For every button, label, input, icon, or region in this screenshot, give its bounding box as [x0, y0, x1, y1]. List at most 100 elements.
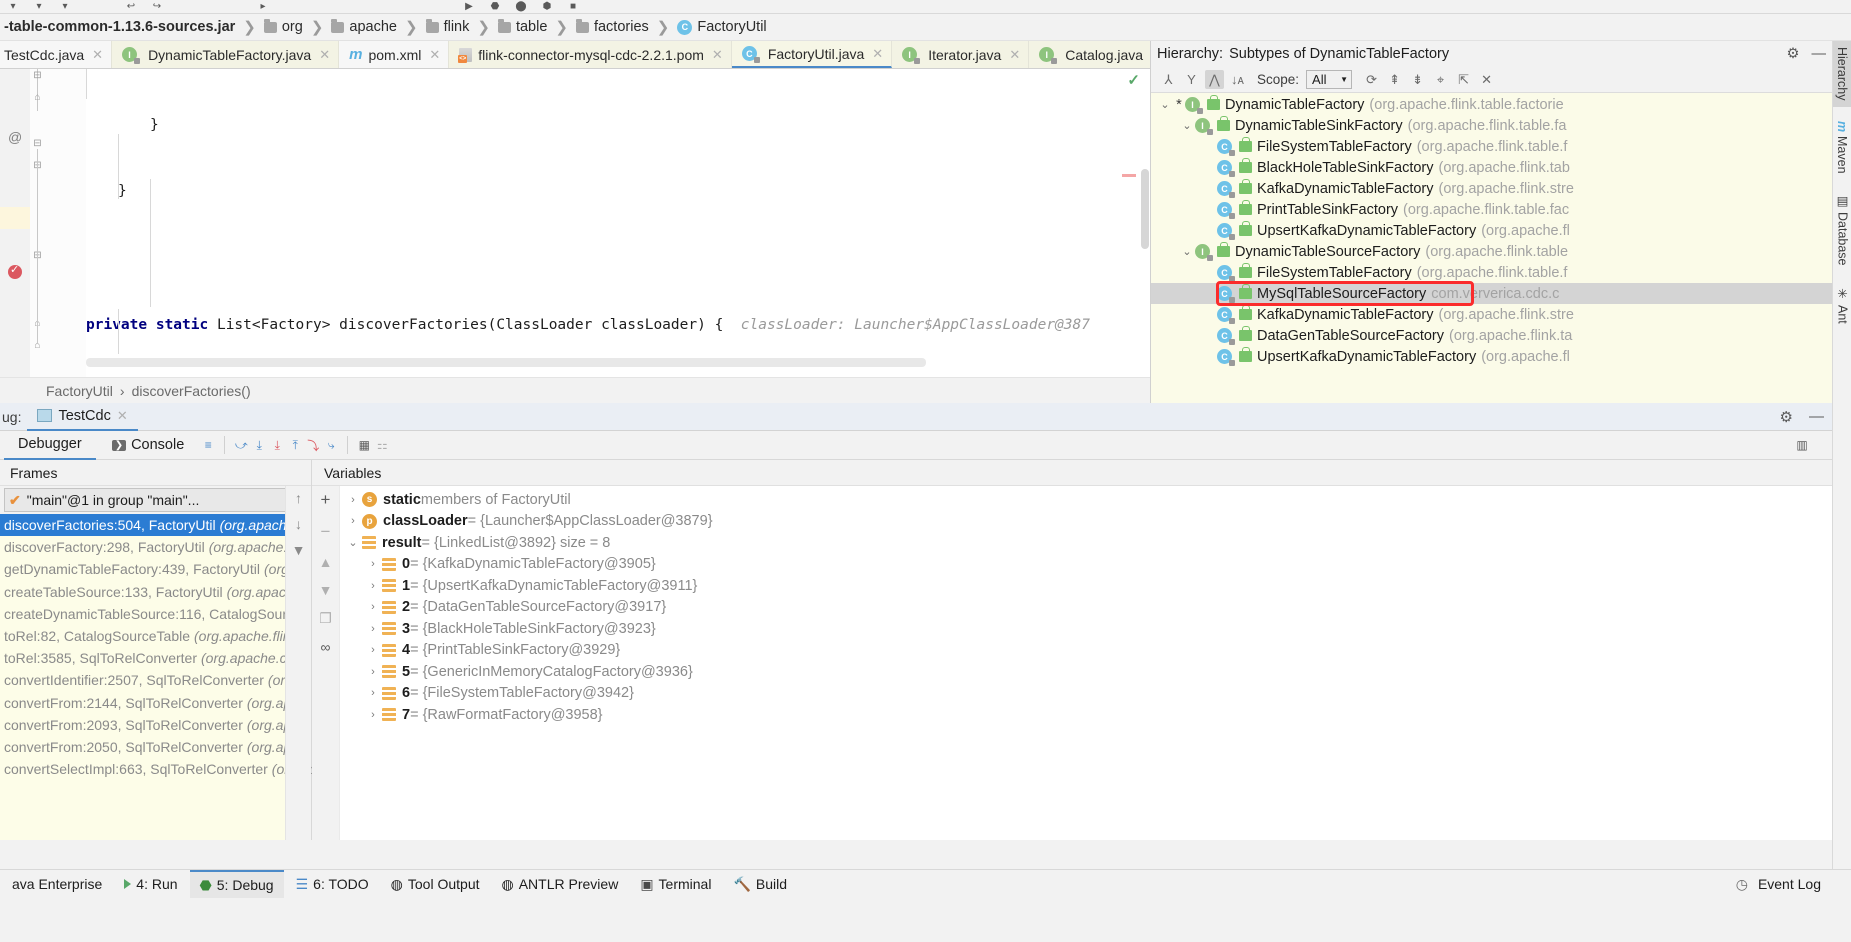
hierarchy-tree-item[interactable]: C MySqlTableSourceFactory com.ververica.cd…: [1151, 283, 1832, 304]
minimize-icon[interactable]: —: [1812, 46, 1827, 62]
breadcrumb-item-class[interactable]: C FactoryUtil: [675, 19, 768, 35]
variable-row[interactable]: › 5 = {GenericInMemoryCatalogFactory@3936…: [340, 661, 1832, 683]
stop-icon[interactable]: ■: [560, 1, 586, 13]
step-into-icon[interactable]: ⤓: [251, 437, 267, 453]
frame-list-item[interactable]: getDynamicTableFactory:439, FactoryUtil(…: [0, 558, 311, 580]
move-down-icon[interactable]: ▼: [319, 582, 333, 598]
status-item-todo[interactable]: ☰ 6: TODO: [286, 870, 379, 899]
hierarchy-tree-item[interactable]: C KafkaDynamicTableFactory (org.apache.fli…: [1151, 304, 1832, 325]
gear-icon[interactable]: ⚙: [1787, 46, 1800, 62]
frames-list[interactable]: discoverFactories:504, FactoryUtil (org.a…: [0, 514, 339, 781]
error-stripe-marker[interactable]: [1122, 174, 1136, 177]
supertypes-icon[interactable]: ⅄: [1159, 70, 1178, 89]
hierarchy-tree-item[interactable]: C FileSystemTableFactory (org.apache.flink…: [1151, 262, 1832, 283]
hierarchy-tree-item[interactable]: C DataGenTableSourceFactory (org.apache.fl…: [1151, 325, 1832, 346]
variable-row[interactable]: › 6 = {FileSystemTableFactory@3942}: [340, 683, 1832, 705]
variables-tree[interactable]: › s static members of FactoryUtil › p classLo…: [340, 486, 1832, 840]
breadcrumb-item-apache[interactable]: apache: [329, 18, 399, 35]
locate-icon[interactable]: ⌖: [1431, 70, 1450, 89]
hierarchy-tree-item[interactable]: C UpsertKafkaDynamicTableFactory (org.apac…: [1151, 220, 1832, 241]
scrollbar-thumb[interactable]: [1141, 169, 1149, 249]
code-line[interactable]: }: [0, 180, 1150, 202]
close-icon[interactable]: ✕: [872, 46, 883, 62]
frame-list-item[interactable]: convertIdentifier:2507, SqlToRelConverte…: [0, 669, 311, 691]
tab-console[interactable]: ❯ Console: [98, 431, 199, 460]
drop-frame-icon[interactable]: ⤵: [305, 437, 321, 453]
minimize-icon[interactable]: —: [1801, 408, 1832, 425]
tab-pomxml[interactable]: m pom.xml ✕: [339, 41, 450, 68]
move-down-icon[interactable]: ↓: [295, 516, 302, 532]
filter-icon[interactable]: ▼: [292, 542, 306, 558]
chevron-right-icon[interactable]: ›: [364, 601, 382, 613]
editor-scrollbar[interactable]: [1140, 69, 1150, 377]
close-icon[interactable]: ✕: [319, 47, 330, 63]
hierarchy-tree-item[interactable]: ⌄ * I DynamicTableFactory (org.apache.flink.…: [1151, 94, 1832, 115]
variable-row[interactable]: › s static members of FactoryUtil: [340, 489, 1832, 511]
chevron-right-icon[interactable]: ›: [364, 709, 382, 721]
frame-list-item[interactable]: toRel:3585, SqlToRelConverter (org.apache…: [0, 647, 311, 669]
close-icon[interactable]: ✕: [712, 47, 723, 63]
chevron-right-icon[interactable]: ›: [344, 515, 362, 527]
undo-icon[interactable]: ↩: [118, 1, 144, 13]
gear-icon[interactable]: ⚙: [1772, 408, 1801, 426]
chevron-down-icon[interactable]: ⌄: [1179, 119, 1195, 132]
run-config-selector[interactable]: ▸: [250, 1, 276, 13]
remove-watch-icon[interactable]: −: [321, 522, 331, 542]
tab-flink-connector-pom[interactable]: flink-connector-mysql-cdc-2.2.1.pom ✕: [449, 41, 732, 68]
hierarchy-tree-item[interactable]: C KafkaDynamicTableFactory (org.apache.fli…: [1151, 178, 1832, 199]
status-item-java-enterprise[interactable]: ava Enterprise: [2, 870, 112, 899]
chevron-down-icon[interactable]: ⌄: [344, 536, 362, 549]
tab-factoryutil[interactable]: C FactoryUtil.java ✕: [731, 41, 893, 68]
rail-item-database[interactable]: ▤ Database: [1833, 187, 1851, 272]
rail-item-ant[interactable]: ✳ Ant: [1833, 280, 1851, 330]
chevron-down-icon[interactable]: ⌄: [1179, 245, 1195, 258]
variable-row[interactable]: › p classLoader = {Launcher$AppClassLoader…: [340, 511, 1832, 533]
breadcrumb-item-org[interactable]: org: [262, 18, 305, 35]
collapse-all-icon[interactable]: ⇟: [1408, 70, 1427, 89]
settings-icon[interactable]: ⚏: [374, 437, 390, 453]
redo-icon[interactable]: ↪: [144, 1, 170, 13]
chevron-right-icon[interactable]: ›: [364, 558, 382, 570]
status-item-run[interactable]: 4: Run: [114, 870, 187, 899]
tab-testcdc[interactable]: TestCdc.java ✕: [0, 41, 113, 68]
close-icon[interactable]: ✕: [1477, 70, 1496, 89]
close-icon[interactable]: ✕: [429, 47, 440, 63]
chevron-right-icon[interactable]: ›: [364, 687, 382, 699]
refresh-icon[interactable]: ⟳: [1362, 70, 1381, 89]
step-out-icon[interactable]: ⤒: [287, 437, 303, 453]
chevron-down-icon[interactable]: ⌄: [1157, 98, 1173, 111]
status-item-terminal[interactable]: ▣ Terminal: [630, 870, 721, 899]
link-icon[interactable]: ∞: [321, 639, 331, 655]
coverage-icon[interactable]: ⬤: [508, 1, 534, 13]
status-item-build[interactable]: 🔨 Build: [723, 870, 797, 899]
variable-row[interactable]: › 0 = {KafkaDynamicTableFactory@3905}: [340, 554, 1832, 576]
breadcrumb-item-jar[interactable]: -table-common-1.13.6-sources.jar: [2, 19, 237, 35]
layout-icon[interactable]: ≡: [200, 437, 216, 453]
close-icon[interactable]: ✕: [117, 408, 128, 424]
frame-list-item[interactable]: createTableSource:133, FactoryUtil (org.a…: [0, 581, 311, 603]
breadcrumb-class[interactable]: FactoryUtil: [46, 383, 113, 399]
chevron-right-icon[interactable]: ›: [364, 666, 382, 678]
frame-list-item[interactable]: discoverFactory:298, FactoryUtil (org.apa…: [0, 536, 311, 558]
class-hierarchy-icon[interactable]: ⋀: [1205, 70, 1224, 89]
move-up-icon[interactable]: ↑: [295, 490, 302, 506]
restore-layout-icon[interactable]: ▥: [1794, 437, 1810, 453]
sync-icon[interactable]: ▾: [52, 1, 78, 13]
thread-combo[interactable]: ✔ "main"@1 in group "main"... ▼: [4, 488, 307, 512]
inspection-ok-icon[interactable]: ✓: [1127, 71, 1140, 89]
frame-list-item[interactable]: createDynamicTableSource:116, CatalogSou…: [0, 603, 311, 625]
step-over-icon[interactable]: ⤻: [233, 437, 249, 453]
evaluate-icon[interactable]: ▦: [356, 437, 372, 453]
add-watch-icon[interactable]: +: [321, 490, 331, 510]
editor-horizontal-scrollbar[interactable]: [86, 358, 926, 367]
frame-list-item[interactable]: convertFrom:2050, SqlToRelConverter (org.…: [0, 736, 311, 758]
chevron-right-icon[interactable]: ›: [344, 494, 362, 506]
close-icon[interactable]: ✕: [1009, 47, 1020, 63]
rail-item-hierarchy[interactable]: Hierarchy: [1833, 41, 1851, 107]
variable-row[interactable]: › 4 = {PrintTableSinkFactory@3929}: [340, 640, 1832, 662]
chevron-right-icon[interactable]: ›: [364, 623, 382, 635]
variable-row[interactable]: › 7 = {RawFormatFactory@3958}: [340, 704, 1832, 726]
frame-list-item[interactable]: convertFrom:2093, SqlToRelConverter (org.…: [0, 714, 311, 736]
hierarchy-tree-item[interactable]: C FileSystemTableFactory (org.apache.flink…: [1151, 136, 1832, 157]
code-line[interactable]: [0, 247, 1150, 269]
